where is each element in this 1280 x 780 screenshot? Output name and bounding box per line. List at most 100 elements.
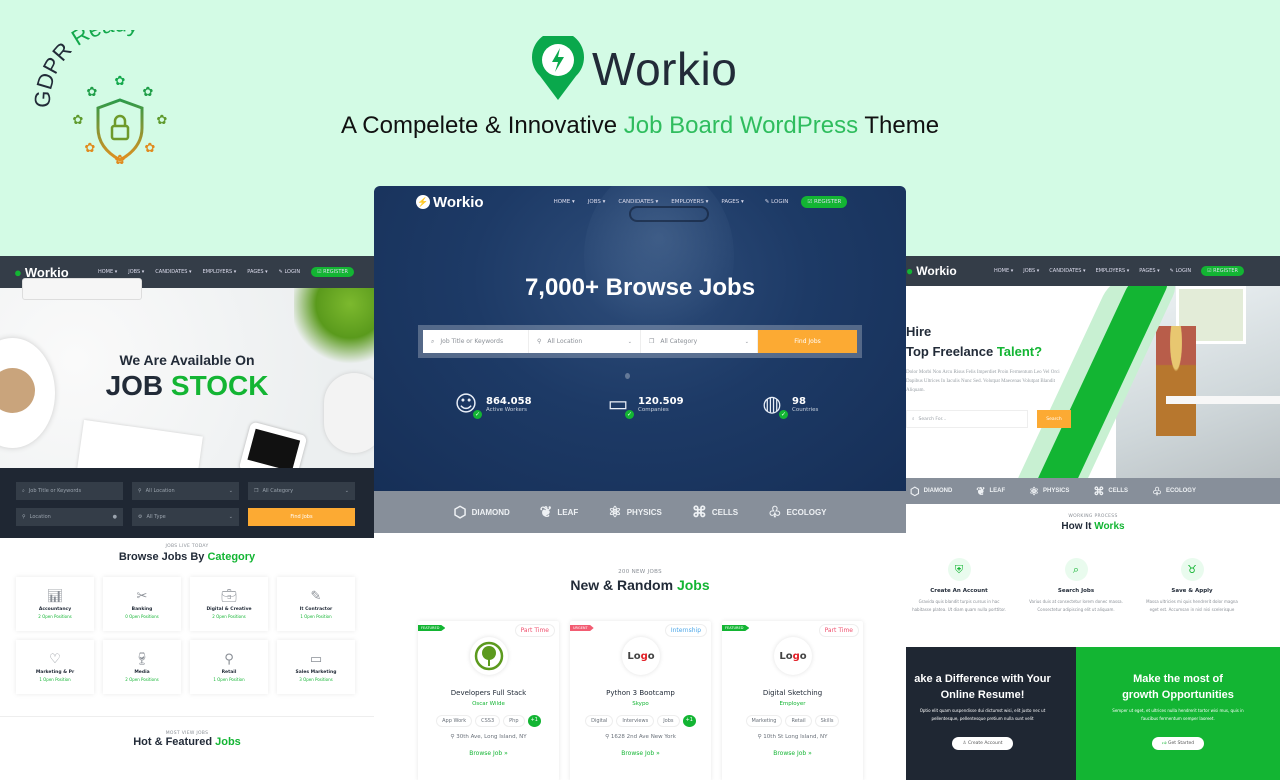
nav-employers[interactable]: EMPLOYERS ▾ (203, 269, 237, 275)
globe-icon: ◍ ✓ (762, 392, 788, 419)
cta-text: Optio elit quam suspendisse dui dictumst… (919, 708, 1046, 721)
logo-pin-icon: ● (14, 264, 22, 280)
nav-jobs[interactable]: JOBS ▾ (588, 199, 606, 205)
partner-ecology: ♧ ECOLOGY (1152, 485, 1196, 498)
stat-companies: ▭ ✓ 120.509 Companies (606, 392, 684, 419)
register-button[interactable]: ☑ REGISTER (1201, 266, 1244, 276)
job-type: Internship (664, 624, 707, 637)
job-type: Part Time (514, 624, 555, 637)
get-started-button[interactable]: 👍︎ Get Started (1151, 737, 1205, 750)
stat-countries: ◍ ✓ 98 Countries (760, 392, 818, 419)
nav-home[interactable]: HOME ▾ (554, 199, 575, 205)
nav-login[interactable]: ✎ LOGIN (1170, 268, 1191, 274)
nav-employers[interactable]: EMPLOYERS ▾ (671, 199, 708, 205)
category-card[interactable]: ♡ Marketing & Pr 1 Open Position (16, 640, 94, 694)
company-logo-icon: Logo (779, 650, 807, 662)
nav-login[interactable]: ✎ LOGIN (765, 199, 789, 205)
more-tags-badge[interactable]: +1 (682, 715, 696, 727)
category-card[interactable]: ✎ It Contractor 1 Open Position (277, 577, 355, 631)
category-grid: 📊︎ Accountancy 2 Open Positions ✂ Banking… (0, 577, 374, 694)
category-card[interactable]: ✂ Banking 0 Open Positions (103, 577, 181, 631)
job-card[interactable]: FEATURED Part Time Developers Full Stack… (418, 621, 559, 780)
job-tag[interactable]: Skills (814, 715, 840, 727)
nav-jobs[interactable]: JOBS ▾ (1023, 268, 1039, 274)
job-title[interactable]: Digital Sketching (722, 689, 863, 697)
category-card[interactable]: ⚲ Retail 1 Open Position (190, 640, 268, 694)
category-count: 0 Open Positions (125, 614, 159, 619)
category-count: 1 Open Position (300, 614, 332, 619)
category-count: 3 Open Positions (299, 677, 333, 682)
job-tag[interactable]: Php (503, 715, 525, 727)
job-title[interactable]: Developers Full Stack (418, 689, 559, 697)
check-icon: ✓ (473, 410, 482, 419)
nav-jobs[interactable]: JOBS ▾ (128, 269, 144, 275)
job-tag[interactable]: Jobs (657, 715, 680, 727)
category-card[interactable]: 📊︎ Accountancy 2 Open Positions (16, 577, 94, 631)
nav-pages[interactable]: PAGES ▾ (1139, 268, 1159, 274)
pin-icon: ⚲ (605, 734, 610, 740)
browse-job-link[interactable]: Browse Job » (722, 750, 863, 757)
check-icon: ✓ (779, 410, 788, 419)
section-kicker: JOBS LIVE TODAY (165, 544, 209, 549)
job-badge: URGENT (570, 625, 594, 631)
browse-job-link[interactable]: Browse Job » (418, 750, 559, 757)
keyboard-image (22, 278, 142, 300)
register-button[interactable]: ☑ REGISTER (311, 267, 354, 277)
keywords-input[interactable]: ⌕ Job Title or Keywords (16, 482, 123, 500)
search-button[interactable]: Search (1037, 410, 1071, 428)
nav-candidates[interactable]: CANDIDATES ▾ (155, 269, 191, 275)
nav-logo[interactable]: ⚡ Workio (416, 194, 484, 211)
location-select[interactable]: ⚲ All Location ⌄ (132, 482, 239, 500)
keywords-input[interactable]: ⌕ Job Title or Keywords (423, 330, 529, 353)
stat-label: Active Workers (486, 407, 528, 413)
cta-title: ake a Difference with Your (914, 673, 1051, 685)
nav-logo[interactable]: ● Workio (906, 264, 957, 278)
nav-employers[interactable]: EMPLOYERS ▾ (1096, 268, 1130, 274)
job-cards: FEATURED Part Time Developers Full Stack… (418, 621, 863, 780)
company-name[interactable]: Skypo (570, 701, 711, 707)
tree-logo-icon (474, 641, 504, 671)
job-search-form: ⌕ Job Title or Keywords ⚲ All Location ⌄ ❐ A… (0, 468, 374, 538)
category-select[interactable]: ❐ All Category ⌄ (248, 482, 355, 500)
nav-home[interactable]: HOME ▾ (98, 269, 117, 275)
find-jobs-button[interactable]: Find Jobs (248, 508, 355, 526)
edit-icon: ✎ (310, 589, 322, 604)
location-input[interactable]: ⚲ Location ● (16, 508, 123, 526)
job-tag[interactable]: Interviews (616, 715, 655, 727)
job-card[interactable]: FEATURED Part Time Logo Digital Sketchin… (722, 621, 863, 780)
hero-title: Hire Top Freelance Talent? (906, 324, 1043, 359)
type-select[interactable]: ⚙ All Type ⌄ (132, 508, 239, 526)
job-tag[interactable]: Marketing (745, 715, 783, 727)
leaf-icon: ❦ (539, 504, 553, 521)
browse-job-link[interactable]: Browse Job » (570, 750, 711, 757)
category-select[interactable]: ❐ All Category ⌄ (641, 330, 758, 353)
company-name[interactable]: Oscar Wilde (418, 701, 559, 707)
partner-physics: ⚛ PHYSICS (608, 504, 662, 521)
category-card[interactable]: ▭ Sales Marketing 3 Open Positions (277, 640, 355, 694)
company-name[interactable]: Employer (722, 701, 863, 707)
job-tag[interactable]: Digital (585, 715, 614, 727)
nav-candidates[interactable]: CANDIDATES ▾ (1049, 268, 1085, 274)
svg-text:✿: ✿ (143, 85, 154, 100)
nav-pages[interactable]: PAGES ▾ (247, 269, 267, 275)
find-jobs-button[interactable]: Find Jobs (758, 330, 857, 353)
job-tag[interactable]: App Work (436, 715, 473, 727)
job-tag[interactable]: Retail (785, 715, 812, 727)
job-title[interactable]: Python 3 Bootcamp (570, 689, 711, 697)
job-tag[interactable]: CSS3 (475, 715, 501, 727)
nav-pages[interactable]: PAGES ▾ (721, 199, 743, 205)
more-tags-badge[interactable]: +1 (527, 715, 541, 727)
nav-home[interactable]: HOME ▾ (994, 268, 1013, 274)
nav-candidates[interactable]: CANDIDATES ▾ (618, 199, 658, 205)
chevron-down-icon: ⌄ (228, 488, 233, 494)
register-button[interactable]: ☑ REGISTER (801, 196, 848, 208)
category-card[interactable]: 💼︎ Digital & Creative 2 Open Positions (190, 577, 268, 631)
nav-login[interactable]: ✎ LOGIN (279, 269, 300, 275)
job-card[interactable]: URGENT Internship Logo Python 3 Bootcamp… (570, 621, 711, 780)
create-account-button[interactable]: ♙ Create Account (952, 737, 1013, 750)
category-card[interactable]: 🍷︎ Media 2 Open Positions (103, 640, 181, 694)
location-select[interactable]: ⚲ All Location ⌄ (529, 330, 641, 353)
search-input[interactable]: ⌕ Search For... (906, 410, 1028, 428)
category-name: Sales Marketing (295, 670, 337, 675)
locate-icon[interactable]: ● (113, 514, 117, 520)
